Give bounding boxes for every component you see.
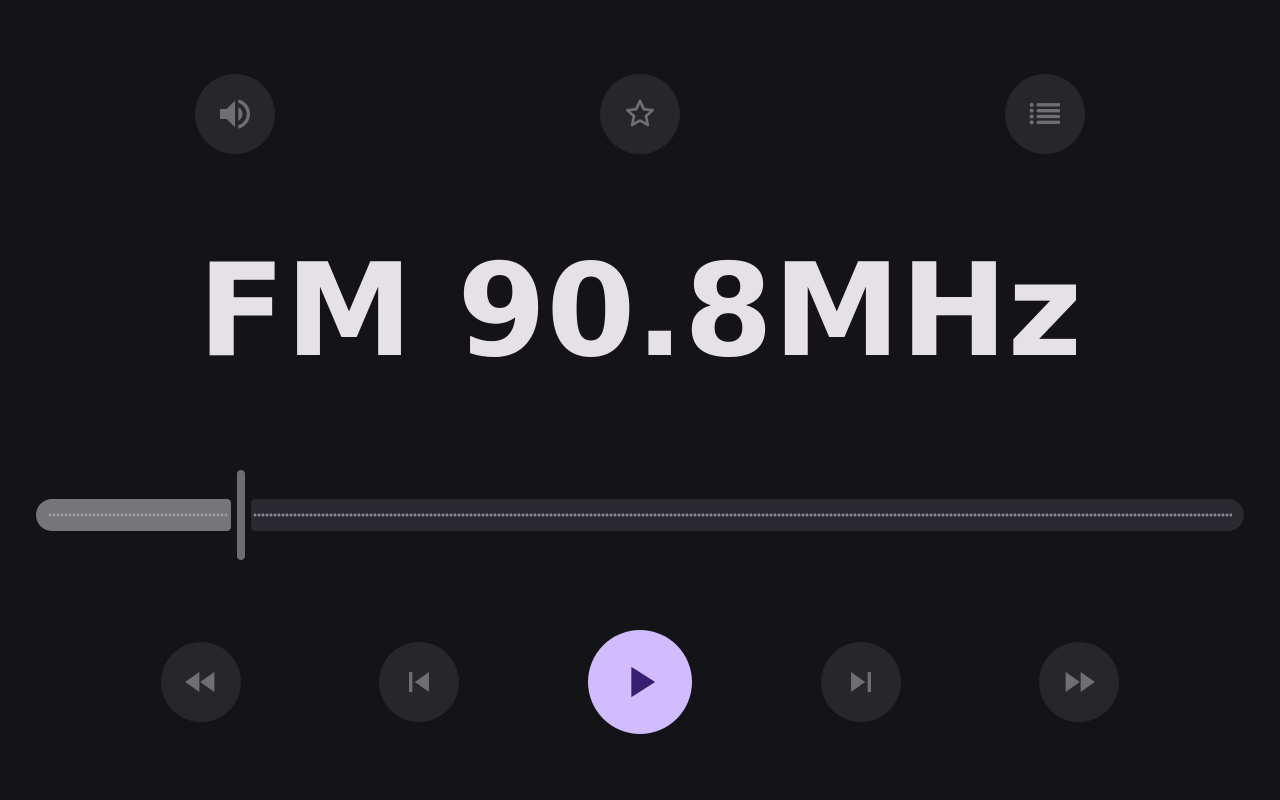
volume-up-icon bbox=[215, 94, 255, 134]
tuner-inactive-track bbox=[251, 499, 1244, 531]
station-list-button[interactable] bbox=[1005, 74, 1085, 154]
previous-station-button[interactable] bbox=[379, 642, 459, 722]
tuner-active-track bbox=[36, 499, 231, 531]
tuner-slider[interactable] bbox=[36, 470, 1244, 560]
play-icon bbox=[614, 656, 666, 708]
play-button[interactable] bbox=[588, 630, 692, 734]
fast-forward-button[interactable] bbox=[1039, 642, 1119, 722]
favorite-button[interactable] bbox=[600, 74, 680, 154]
station-list-icon bbox=[1025, 94, 1065, 134]
next-station-button[interactable] bbox=[821, 642, 901, 722]
skip-next-icon bbox=[841, 662, 881, 702]
rewind-button[interactable] bbox=[161, 642, 241, 722]
fast-rewind-icon bbox=[181, 662, 221, 702]
tuner-handle[interactable] bbox=[237, 470, 245, 560]
frequency-display: FM 90.8MHz bbox=[197, 237, 1083, 386]
fast-forward-icon bbox=[1059, 662, 1099, 702]
radio-screen: FM 90.8MHz bbox=[0, 0, 1280, 800]
star-outline-icon bbox=[620, 94, 660, 134]
volume-button[interactable] bbox=[195, 74, 275, 154]
skip-previous-icon bbox=[399, 662, 439, 702]
